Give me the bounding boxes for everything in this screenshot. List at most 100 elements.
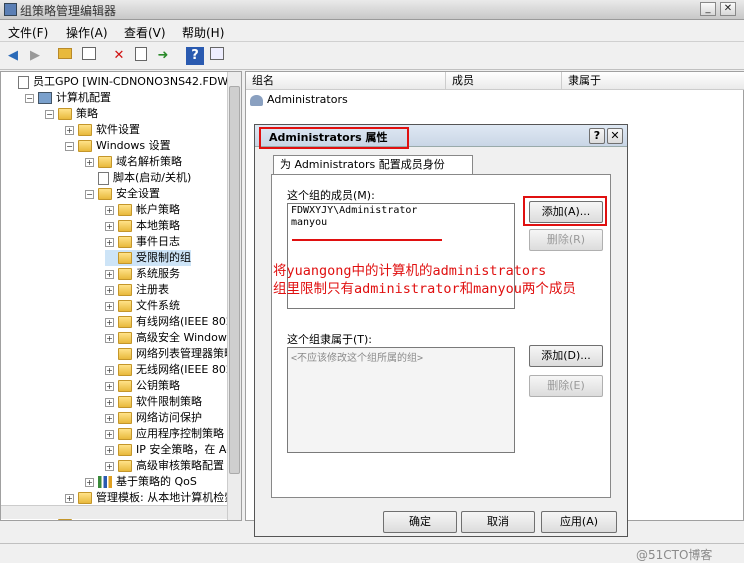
tree-node[interactable]: − 安全设置 (85, 186, 160, 202)
tree-node[interactable]: +IP 安全策略，在 Active Directory (105, 442, 241, 458)
tree-node[interactable]: + 本地策略 (105, 218, 180, 234)
tree-node[interactable]: + 帐户策略 (105, 202, 180, 218)
dialog-close-button[interactable]: ✕ (607, 128, 623, 144)
tree-node[interactable]: + 软件限制策略 (105, 394, 202, 410)
collapse-icon[interactable]: − (25, 93, 34, 103)
expand-icon[interactable]: + (105, 221, 114, 231)
expand-icon[interactable]: + (85, 157, 94, 167)
tree-node[interactable]: + 网络访问保护 (105, 410, 202, 426)
apply-button[interactable]: 应用(A) (541, 511, 617, 533)
tree-node[interactable]: + 域名解析策略 (85, 154, 182, 170)
menu-help[interactable]: 帮助(H) (182, 24, 224, 41)
export-icon[interactable]: ➜ (154, 47, 172, 65)
help-icon[interactable]: ? (186, 47, 204, 65)
cancel-button[interactable]: 取消 (461, 511, 535, 533)
folder-icon (78, 492, 92, 504)
memberof-listbox[interactable]: <不应该修改这个组所属的组> (287, 347, 515, 453)
collapse-icon[interactable]: − (85, 189, 94, 199)
tree-node[interactable]: +高级安全 Windows 防火墙 (105, 330, 241, 346)
tab-membership[interactable]: 为 Administrators 配置成员身份 (273, 155, 473, 175)
menu-view[interactable]: 查看(V) (124, 24, 166, 41)
group-icon (250, 94, 263, 106)
tree-node[interactable]: + 公钥策略 (105, 378, 180, 394)
expand-icon[interactable]: + (105, 397, 114, 407)
back-icon[interactable]: ◀ (4, 47, 22, 65)
expand-icon[interactable]: + (65, 125, 74, 135)
ok-button[interactable]: 确定 (383, 511, 457, 533)
show-tree-icon[interactable] (80, 47, 98, 65)
tree-node[interactable]: + 高级审核策略配置 (105, 458, 224, 474)
tree-node[interactable]: 网络列表管理器策略 (105, 346, 235, 362)
tree-node-label: 帐户策略 (136, 203, 180, 216)
expand-icon[interactable]: + (105, 333, 114, 343)
tree-node[interactable]: + 事件日志 (105, 234, 180, 250)
expand-icon[interactable]: + (105, 237, 114, 247)
table-row[interactable]: Administrators (250, 92, 690, 108)
folder-icon (58, 108, 72, 120)
folder-icon (118, 348, 132, 360)
up-folder-icon[interactable] (56, 47, 74, 65)
folder-icon (118, 444, 132, 456)
tree-node[interactable]: − 策略 (45, 106, 98, 122)
remove-member-button[interactable]: 删除(R) (529, 229, 603, 251)
column-header-members[interactable]: 成员 (446, 72, 562, 90)
menu-action[interactable]: 操作(A) (66, 24, 108, 41)
expand-icon[interactable]: + (105, 269, 114, 279)
expand-icon[interactable]: + (105, 429, 114, 439)
column-header-name[interactable]: 组名 (246, 72, 446, 90)
expand-icon[interactable]: + (105, 205, 114, 215)
properties-icon[interactable] (132, 47, 150, 65)
collapse-icon[interactable]: − (45, 109, 54, 119)
expand-icon[interactable]: + (105, 445, 114, 455)
tree-node[interactable]: 员工GPO [WIN-CDNONO3NS42.FDWXYJY.COM] 策略 (5, 74, 241, 90)
tree-node[interactable]: +无线网络(IEEE 802.11)策略 (105, 362, 241, 378)
collapse-icon[interactable]: − (65, 141, 74, 151)
expand-icon[interactable]: + (85, 477, 94, 487)
folder-icon (118, 460, 132, 472)
annotation-line-1: 将yuangong中的计算机的administrators (273, 263, 547, 279)
tree-node[interactable]: + 注册表 (105, 282, 169, 298)
tree-node[interactable]: − Windows 设置 (65, 138, 171, 154)
expand-icon[interactable]: + (105, 365, 114, 375)
title-bar: 组策略管理编辑器 _ ✕ (0, 0, 744, 20)
list-item[interactable]: FDWXYJY\Administrator (288, 204, 514, 217)
tree-node[interactable]: − 计算机配置 (25, 90, 111, 106)
tree-scroll-thumb[interactable] (229, 86, 240, 474)
expand-icon[interactable]: + (105, 381, 114, 391)
column-header-memberof[interactable]: 隶属于 (562, 72, 744, 90)
tree-node[interactable]: + 应用程序控制策略 (105, 426, 224, 442)
delete-icon[interactable]: ✕ (110, 47, 128, 65)
tree-node-label: 网络列表管理器策略 (136, 347, 235, 360)
expand-icon[interactable]: + (105, 413, 114, 423)
close-window-button[interactable]: ✕ (720, 2, 736, 16)
forward-icon[interactable]: ▶ (26, 47, 44, 65)
dialog-help-button[interactable]: ? (589, 128, 605, 144)
tree-node[interactable]: + 文件系统 (105, 298, 180, 314)
folder-icon (118, 220, 132, 232)
expand-icon[interactable]: + (105, 285, 114, 295)
tree-node[interactable]: + 软件设置 (65, 122, 140, 138)
tree-node[interactable]: + 基于策略的 QoS (85, 474, 197, 490)
expand-icon[interactable]: + (105, 461, 114, 471)
annotation-line-2: 组里限制只有administrator和manyou两个成员 (273, 281, 576, 297)
list-item[interactable]: manyou (288, 217, 514, 228)
minimize-button[interactable]: _ (700, 2, 716, 16)
tree-node[interactable]: + 管理模板: 从本地计算机检索的策略定义 (65, 490, 241, 506)
add-memberof-button[interactable]: 添加(D)... (529, 345, 603, 367)
tree-node[interactable]: + 系统服务 (105, 266, 180, 282)
tree-vertical-scrollbar[interactable] (227, 72, 241, 520)
tree-node[interactable]: 脚本(启动/关机) (85, 170, 191, 186)
expand-icon[interactable]: + (105, 301, 114, 311)
tree-horizontal-scrollbar[interactable] (1, 505, 227, 519)
menu-file[interactable]: 文件(F) (8, 24, 48, 41)
members-label: 这个组的成员(M): (287, 189, 375, 202)
remove-memberof-button[interactable]: 删除(E) (529, 375, 603, 397)
tree-node-label: 高级审核策略配置 (136, 459, 224, 472)
expand-icon[interactable]: + (105, 317, 114, 327)
view-icon[interactable] (208, 47, 226, 65)
folder-icon (118, 396, 132, 408)
tree-node-label: Windows 设置 (96, 139, 171, 152)
tree-node[interactable]: 受限制的组 (105, 250, 191, 266)
tree-node[interactable]: +有线网络(IEEE 802.3)策略 (105, 314, 241, 330)
expand-icon[interactable]: + (65, 493, 74, 503)
